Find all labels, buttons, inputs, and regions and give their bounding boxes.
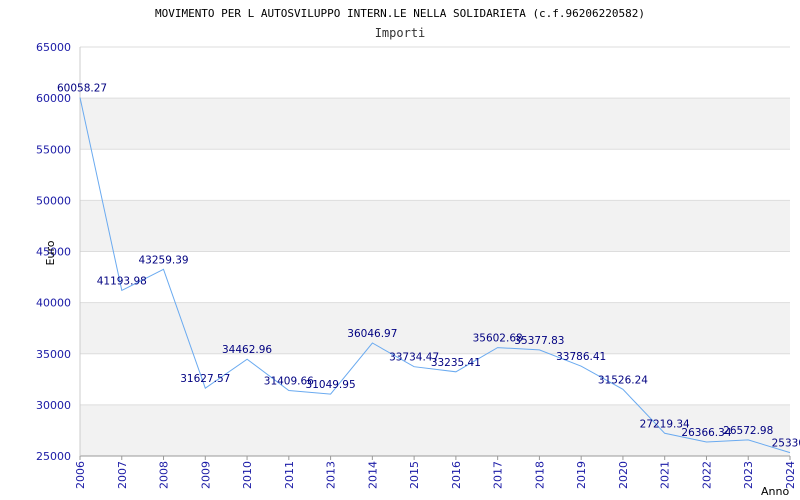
grid-band — [80, 98, 790, 150]
x-tick-label: 2021 — [659, 461, 672, 489]
chart-title: MOVIMENTO PER L AUTOSVILUPPO INTERN.LE N… — [155, 7, 645, 20]
x-tick-label: 2010 — [241, 461, 254, 489]
data-label: 26572.98 — [723, 425, 773, 437]
x-tick-label: 2009 — [199, 461, 212, 489]
y-tick-label: 30000 — [36, 399, 71, 412]
x-tick-label: 2017 — [492, 461, 505, 489]
chart-subtitle: Importi — [375, 26, 426, 40]
x-tick-label: 2011 — [283, 461, 296, 489]
data-label: 31526.24 — [598, 374, 648, 386]
data-label: 33786.41 — [556, 351, 606, 363]
y-tick-label: 40000 — [36, 297, 71, 310]
x-tick-label: 2019 — [575, 461, 588, 489]
y-tick-label: 55000 — [36, 143, 71, 156]
grid-bands — [80, 98, 790, 456]
x-axis-title: Anno — [761, 485, 789, 498]
x-tick-label: 2022 — [700, 461, 713, 489]
data-label: 36046.97 — [347, 328, 397, 340]
data-label: 60058.27 — [57, 83, 107, 95]
data-label: 34462.96 — [222, 344, 272, 356]
y-axis-title: Euro — [44, 240, 57, 265]
x-tick-label: 2023 — [742, 461, 755, 489]
data-label: 43259.39 — [138, 254, 188, 266]
y-tick-label: 25000 — [36, 450, 71, 463]
data-label: 31049.95 — [306, 379, 356, 391]
data-label: 35377.83 — [514, 335, 564, 347]
x-tick-label: 2015 — [408, 461, 421, 489]
data-label: 41193.98 — [97, 275, 147, 287]
x-tick-label: 2013 — [325, 461, 338, 489]
y-tick-label: 50000 — [36, 194, 71, 207]
grid-band — [80, 200, 790, 252]
x-tick-label: 2006 — [74, 461, 87, 489]
x-tick-label: 2007 — [116, 461, 129, 489]
x-tick-labels: 2006 2007 2008 2009 2010 2011 2013 2014 2015 2016… — [74, 456, 797, 489]
x-tick-label: 2020 — [617, 461, 630, 489]
series-line — [79, 97, 791, 454]
x-tick-label: 2016 — [450, 461, 463, 489]
data-label: 25330. — [772, 438, 800, 450]
grid-band — [80, 302, 790, 354]
data-label: 31627.57 — [180, 373, 230, 385]
y-tick-label: 65000 — [36, 41, 71, 54]
data-label: 33235.41 — [431, 357, 481, 369]
x-tick-label: 2014 — [366, 461, 379, 489]
x-tick-label: 2018 — [533, 461, 546, 489]
chart-container: 25000 30000 35000 40000 45000 50000 55000 60000… — [0, 0, 800, 500]
line-chart: 2500030000350004000045000500005500060000… — [36, 7, 800, 498]
y-tick-label: 35000 — [36, 348, 71, 361]
x-tick-label: 2008 — [158, 461, 171, 489]
